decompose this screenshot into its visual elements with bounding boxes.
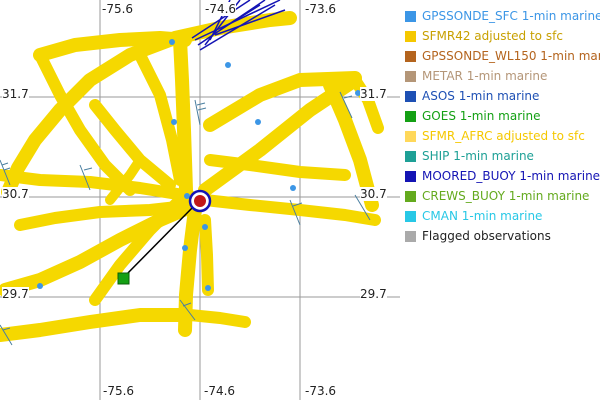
- lon-label-bottom: -74.6: [204, 384, 236, 398]
- legend-label: SFMR_AFRC adjusted to sfc: [422, 129, 585, 143]
- gpssonde-point: [184, 193, 190, 199]
- legend-swatch: [405, 130, 416, 142]
- lat-label-right: 30.7: [360, 187, 387, 201]
- legend-swatch: [405, 150, 416, 162]
- legend-swatch: [405, 50, 416, 62]
- legend-label: METAR 1-min marine: [422, 69, 548, 83]
- legend-label: MOORED_BUOY 1-min marine: [422, 169, 600, 183]
- surface-wind-map: -75.6 -74.6 -73.6 -75.6 -74.6 -73.6 31.7…: [0, 0, 600, 400]
- legend-swatch: [405, 110, 416, 122]
- legend-item[interactable]: GPSSONDE_SFC 1-min marine: [405, 6, 600, 26]
- gpssonde-point: [255, 119, 261, 125]
- storm-center-dot: [194, 195, 206, 207]
- legend-item[interactable]: ASOS 1-min marine: [405, 86, 600, 106]
- legend-item[interactable]: SHIP 1-min marine: [405, 146, 600, 166]
- gpssonde-point: [205, 285, 211, 291]
- gpssonde-point: [290, 185, 296, 191]
- legend-swatch: [405, 70, 416, 82]
- lon-label-bottom: -73.6: [305, 384, 337, 398]
- legend-swatch: [405, 170, 416, 182]
- lon-label-top: -73.6: [305, 2, 337, 16]
- legend-item[interactable]: GOES 1-min marine: [405, 106, 600, 126]
- legend-label: GPSSONDE_SFC 1-min marine: [422, 9, 600, 23]
- track-segment: [184, 309, 251, 328]
- lon-label-top: -74.6: [205, 2, 237, 16]
- track-segment: [0, 308, 192, 342]
- legend-label: ASOS 1-min marine: [422, 89, 540, 103]
- legend-item[interactable]: SFMR_AFRC adjusted to sfc: [405, 126, 600, 146]
- legend-swatch: [405, 30, 416, 42]
- track-segment: [199, 214, 214, 296]
- legend-label: GPSSONDE_WL150 1-min marine: [422, 49, 600, 63]
- legend-swatch: [405, 190, 416, 202]
- legend-swatch: [405, 210, 416, 222]
- legend-swatch: [405, 90, 416, 102]
- legend-item[interactable]: METAR 1-min marine: [405, 66, 600, 86]
- legend-label: CREWS_BUOY 1-min marine: [422, 189, 590, 203]
- legend-item[interactable]: MOORED_BUOY 1-min marine: [405, 166, 600, 186]
- gpssonde-point: [182, 245, 188, 251]
- legend-item[interactable]: SFMR42 adjusted to sfc: [405, 26, 600, 46]
- lat-label-right: 31.7: [360, 87, 387, 101]
- gpssonde-point: [37, 283, 43, 289]
- legend-swatch: [405, 230, 416, 242]
- legend-label: SFMR42 adjusted to sfc: [422, 29, 563, 43]
- legend-item[interactable]: GPSSONDE_WL150 1-min marine: [405, 46, 600, 66]
- lat-label-right: 29.7: [360, 287, 387, 301]
- lat-label-left: 29.7: [2, 287, 29, 301]
- goes-marker: [117, 272, 130, 285]
- legend-label: GOES 1-min marine: [422, 109, 541, 123]
- lon-label-bottom: -75.6: [103, 384, 135, 398]
- legend-label: SHIP 1-min marine: [422, 149, 534, 163]
- gpssonde-point: [225, 62, 231, 68]
- legend: GPSSONDE_SFC 1-min marine SFMR42 adjuste…: [405, 6, 600, 246]
- legend-item[interactable]: Flagged observations: [405, 226, 600, 246]
- gpssonde-point: [202, 224, 208, 230]
- legend-item[interactable]: CMAN 1-min marine: [405, 206, 600, 226]
- lat-label-left: 31.7: [2, 87, 29, 101]
- lon-label-top: -75.6: [102, 2, 134, 16]
- track-segment: [199, 194, 381, 226]
- legend-label: CMAN 1-min marine: [422, 209, 543, 223]
- storm-center-marker: [188, 189, 212, 213]
- lat-label-left: 30.7: [2, 187, 29, 201]
- map-panel[interactable]: -75.6 -74.6 -73.6 -75.6 -74.6 -73.6 31.7…: [0, 0, 400, 400]
- map-canvas: [0, 0, 400, 400]
- gpssonde-point: [171, 119, 177, 125]
- sfmr-flight-tracks: [0, 11, 384, 342]
- legend-label: Flagged observations: [422, 229, 551, 243]
- gpssonde-point: [169, 39, 175, 45]
- legend-swatch: [405, 10, 416, 22]
- legend-item[interactable]: CREWS_BUOY 1-min marine: [405, 186, 600, 206]
